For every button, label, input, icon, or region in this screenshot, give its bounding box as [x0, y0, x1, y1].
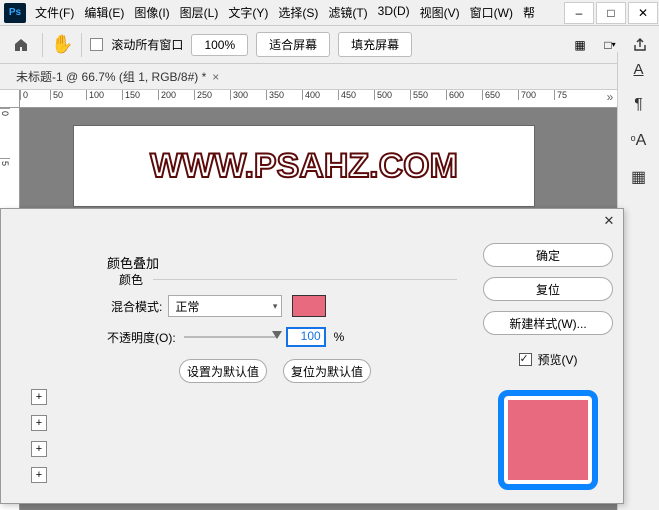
defaults-row: 设置为默认值 复位为默认值: [179, 359, 371, 383]
ruler-tick: 600: [446, 90, 482, 100]
divider-line: [153, 279, 457, 280]
fit-screen-button[interactable]: 适合屏幕: [256, 32, 330, 57]
menu-bar: 文件(F) 编辑(E) 图像(I) 图层(L) 文字(Y) 选择(S) 滤镜(T…: [30, 1, 563, 24]
ruler-tick: 250: [194, 90, 230, 100]
dialog-close-button[interactable]: ✕: [601, 213, 617, 229]
scroll-all-label: 滚动所有窗口: [111, 36, 183, 53]
ruler-tick: 200: [158, 90, 194, 100]
blend-mode-dropdown[interactable]: 正常 ▾: [168, 295, 282, 317]
share-icon-svg: [632, 37, 648, 53]
ok-button[interactable]: 确定: [483, 243, 613, 267]
menu-filter[interactable]: 滤镜(T): [323, 1, 372, 24]
swatches-panel-icon[interactable]: ▦: [625, 166, 653, 188]
preview-row: 预览(V): [519, 351, 578, 368]
ruler-tick: 50: [50, 90, 86, 100]
blend-mode-label: 混合模式:: [111, 298, 162, 315]
add-effect-button[interactable]: +: [31, 415, 47, 431]
divider: [42, 33, 43, 57]
dialog-buttons: 确定 复位 新建样式(W)... 预览(V): [473, 209, 623, 503]
menu-window[interactable]: 窗口(W): [465, 1, 518, 24]
ruler-tick: 0: [0, 108, 10, 158]
ruler-tick: 350: [266, 90, 302, 100]
home-button[interactable]: [8, 33, 34, 57]
blend-mode-row: 混合模式: 正常 ▾: [111, 295, 326, 317]
tab-close-icon[interactable]: ×: [212, 70, 219, 84]
set-default-button[interactable]: 设置为默认值: [179, 359, 267, 383]
ruler-corner: [0, 90, 20, 108]
menu-help[interactable]: 帮: [518, 1, 540, 24]
ruler-tick: 75: [554, 90, 590, 100]
add-effect-column: + + + +: [31, 389, 47, 483]
canvas-text: WWW.PSAHZ.COM: [150, 147, 458, 186]
slider-track: [184, 336, 278, 338]
menu-layer[interactable]: 图层(L): [175, 1, 224, 24]
opacity-row: 不透明度(O): 100 %: [107, 327, 344, 347]
minimize-button[interactable]: –: [564, 2, 594, 24]
add-effect-button[interactable]: +: [31, 389, 47, 405]
divider: [81, 33, 82, 57]
opacity-slider[interactable]: [184, 330, 278, 344]
character-panel-icon[interactable]: A: [625, 58, 653, 80]
ruler-tick: 300: [230, 90, 266, 100]
document-tab-label: 未标题-1 @ 66.7% (组 1, RGB/8#) *: [16, 68, 206, 85]
paragraph-panel-icon[interactable]: ¶: [625, 94, 653, 116]
ruler-tick: 500: [374, 90, 410, 100]
fill-screen-button[interactable]: 填充屏幕: [338, 32, 412, 57]
preview-label: 预览(V): [538, 351, 578, 368]
reset-default-button[interactable]: 复位为默认值: [283, 359, 371, 383]
close-button[interactable]: ✕: [628, 2, 658, 24]
title-bar: Ps 文件(F) 编辑(E) 图像(I) 图层(L) 文字(Y) 选择(S) 滤…: [0, 0, 659, 26]
sub-title: 颜色: [119, 271, 143, 288]
preview-swatch: [498, 390, 598, 490]
hand-tool-icon[interactable]: ✋: [51, 34, 73, 55]
glyphs-panel-icon[interactable]: oA: [625, 130, 653, 152]
add-effect-button[interactable]: +: [31, 441, 47, 457]
ruler-tick: 650: [482, 90, 518, 100]
section-title: 颜色叠加: [107, 253, 159, 272]
menu-select[interactable]: 选择(S): [273, 1, 323, 24]
menu-file[interactable]: 文件(F): [30, 1, 79, 24]
document-tab[interactable]: 未标题-1 @ 66.7% (组 1, RGB/8#) * ×: [8, 64, 227, 89]
cancel-button[interactable]: 复位: [483, 277, 613, 301]
color-swatch[interactable]: [292, 295, 326, 317]
maximize-button[interactable]: □: [596, 2, 626, 24]
home-icon: [13, 37, 29, 53]
ruler-tick: 400: [302, 90, 338, 100]
blend-mode-value: 正常: [175, 298, 199, 315]
ruler-tick: 0: [20, 90, 50, 100]
ruler-tick: 150: [122, 90, 158, 100]
add-effect-button[interactable]: +: [31, 467, 47, 483]
menu-view[interactable]: 视图(V): [415, 1, 465, 24]
app-logo: Ps: [4, 3, 26, 23]
ruler-tick: 700: [518, 90, 554, 100]
ruler-tick: 100: [86, 90, 122, 100]
document-tab-bar: 未标题-1 @ 66.7% (组 1, RGB/8#) * ×: [0, 64, 659, 90]
zoom-value[interactable]: 100%: [191, 34, 248, 56]
new-style-button[interactable]: 新建样式(W)...: [483, 311, 613, 335]
opacity-label: 不透明度(O):: [107, 329, 176, 346]
percent-label: %: [334, 330, 345, 344]
scroll-all-checkbox[interactable]: [90, 38, 103, 51]
menu-type[interactable]: 文字(Y): [223, 1, 273, 24]
chevron-down-icon: ▾: [273, 301, 278, 312]
menu-edit[interactable]: 编辑(E): [79, 1, 129, 24]
window-controls: – □ ✕: [563, 1, 659, 25]
horizontal-ruler: 0 50 100 150 200 250 300 350 400 450 500…: [20, 90, 617, 108]
collapse-panels-icon[interactable]: »: [603, 90, 617, 104]
ruler-tick: 550: [410, 90, 446, 100]
menu-image[interactable]: 图像(I): [129, 1, 174, 24]
options-bar: ✋ 滚动所有窗口 100% 适合屏幕 填充屏幕 ▦ □▾: [0, 26, 659, 64]
layer-style-dialog: ✕ 颜色叠加 颜色 混合模式: 正常 ▾ 不透明度(O): 100: [0, 208, 624, 504]
ruler-tick: 5: [0, 158, 10, 208]
ruler-tick: 450: [338, 90, 374, 100]
canvas[interactable]: WWW.PSAHZ.COM: [74, 126, 534, 206]
slider-thumb-icon[interactable]: [272, 331, 282, 339]
opacity-input[interactable]: 100: [286, 327, 326, 347]
dialog-content: 颜色叠加 颜色 混合模式: 正常 ▾ 不透明度(O): 100 %: [1, 209, 473, 503]
preview-checkbox[interactable]: [519, 353, 532, 366]
qr-icon[interactable]: ▦: [569, 35, 591, 55]
menu-3d[interactable]: 3D(D): [373, 1, 415, 24]
